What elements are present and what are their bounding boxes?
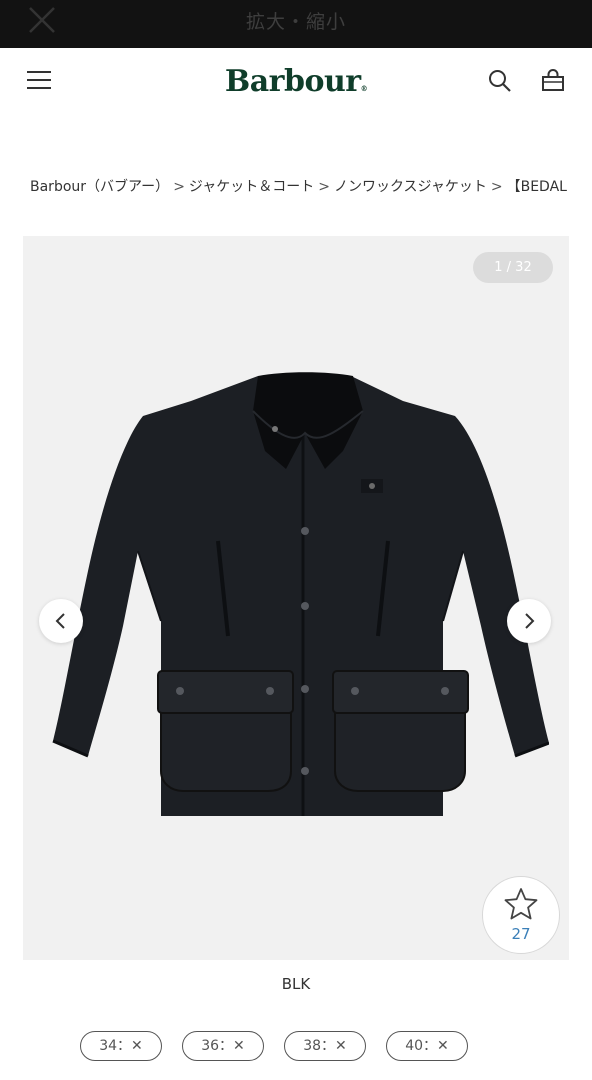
size-option[interactable]: 36：✕: [182, 1031, 264, 1061]
breadcrumb-item-jackets[interactable]: ジャケット＆コート: [189, 179, 314, 195]
next-image-button[interactable]: [507, 599, 551, 643]
size-selector: 34：✕ 36：✕ 38：✕ 40：✕: [80, 1031, 488, 1061]
favorite-button[interactable]: 27: [482, 876, 560, 954]
chevron-right-icon: [525, 613, 535, 629]
breadcrumb: Barbour（バブアー） > ジャケット＆コート > ノンワックスジャケット > 【BED…: [30, 176, 592, 196]
zoom-title: 拡大・縮小: [245, 11, 346, 33]
logo-registered-mark: ®: [360, 84, 368, 93]
zoom-bar: 拡大・縮小: [0, 0, 592, 48]
favorite-count: 27: [511, 925, 531, 943]
image-counter: 1 / 32: [473, 252, 553, 283]
breadcrumb-separator: >: [490, 179, 503, 195]
search-icon[interactable]: [487, 68, 513, 94]
product-image: [52, 372, 549, 816]
breadcrumb-item-brand[interactable]: Barbour（バブアー）: [30, 179, 169, 195]
breadcrumb-separator: >: [318, 179, 330, 195]
previous-image-button[interactable]: [39, 599, 83, 643]
shopping-bag-icon[interactable]: [540, 68, 566, 94]
site-header: Barbour®: [0, 48, 592, 118]
size-option[interactable]: 40：✕: [386, 1031, 468, 1061]
color-label: BLK: [281, 975, 311, 993]
breadcrumb-separator: >: [173, 179, 185, 195]
product-gallery[interactable]: 1 / 32 27: [23, 236, 569, 960]
star-icon: [504, 888, 538, 920]
breadcrumb-item-nonwax[interactable]: ノンワックスジャケット: [334, 179, 487, 195]
size-option[interactable]: 34：✕: [80, 1031, 162, 1061]
breadcrumb-item-product[interactable]: 【BEDAL: [507, 179, 567, 195]
size-option[interactable]: 38：✕: [284, 1031, 366, 1061]
chevron-left-icon: [55, 613, 65, 629]
logo-text: Barbour: [224, 64, 361, 99]
